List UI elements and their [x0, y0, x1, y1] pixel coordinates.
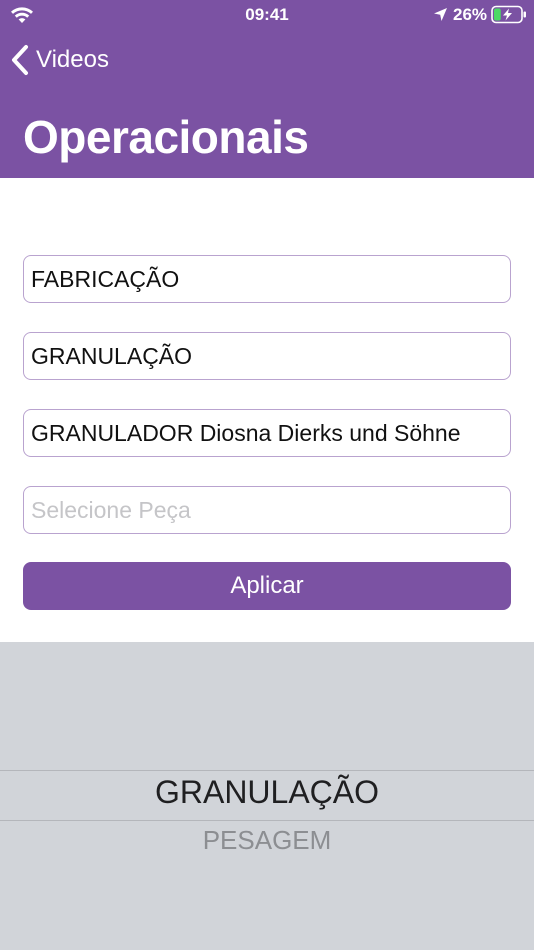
- back-button[interactable]: Videos: [10, 42, 109, 78]
- apply-button[interactable]: Aplicar: [23, 562, 511, 610]
- picker-option-next[interactable]: PESAGEM: [0, 825, 534, 856]
- chevron-left-icon: [12, 45, 28, 75]
- equipment-field[interactable]: [23, 409, 511, 457]
- picker-option-selected[interactable]: GRANULAÇÃO: [0, 774, 534, 811]
- category-field[interactable]: [23, 255, 511, 303]
- picker-selection-bottom-line: [0, 820, 534, 821]
- battery-level-fill: [494, 8, 501, 21]
- status-bar: 09:41 26%: [0, 0, 534, 30]
- option-picker[interactable]: GRANULAÇÃO PESAGEM: [0, 642, 534, 950]
- location-arrow-icon: [434, 8, 447, 21]
- navigation-header: 09:41 26% Videos Operacionais: [0, 0, 534, 178]
- back-button-label: Videos: [36, 46, 109, 73]
- page-title: Operacionais: [23, 111, 309, 163]
- battery-charging-icon: [491, 5, 526, 24]
- part-select-field[interactable]: [23, 486, 511, 534]
- process-field[interactable]: [23, 332, 511, 380]
- battery-percentage: 26%: [453, 5, 488, 24]
- picker-selection-top-line: [0, 770, 534, 771]
